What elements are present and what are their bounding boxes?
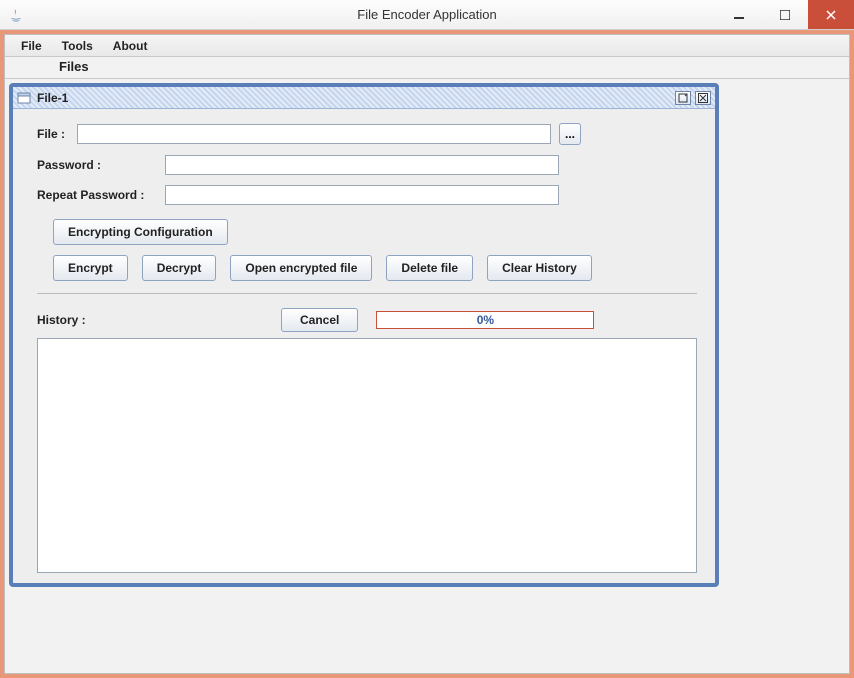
separator bbox=[37, 293, 697, 294]
section-files-header: Files bbox=[5, 57, 849, 78]
internal-frame-title: File-1 bbox=[37, 91, 68, 105]
repeat-password-row: Repeat Password : bbox=[37, 185, 697, 205]
browse-button[interactable]: ... bbox=[559, 123, 581, 145]
window-titlebar: File Encoder Application bbox=[0, 0, 854, 30]
clear-history-button[interactable]: Clear History bbox=[487, 255, 592, 281]
window-title: File Encoder Application bbox=[357, 7, 496, 22]
menu-about[interactable]: About bbox=[103, 37, 158, 55]
action-button-row: Encrypt Decrypt Open encrypted file Dele… bbox=[53, 255, 697, 281]
delete-file-button[interactable]: Delete file bbox=[386, 255, 473, 281]
app-inner: File Tools About Files File-1 bbox=[4, 34, 850, 674]
history-label: History : bbox=[37, 313, 117, 327]
menu-file[interactable]: File bbox=[11, 37, 52, 55]
window-icon bbox=[17, 91, 31, 105]
internal-frame-titlebar[interactable]: File-1 bbox=[13, 87, 715, 109]
password-row: Password : bbox=[37, 155, 697, 175]
java-icon bbox=[8, 7, 24, 23]
internal-frame-maximize-button[interactable] bbox=[675, 91, 691, 105]
decrypt-button[interactable]: Decrypt bbox=[142, 255, 217, 281]
file-label: File : bbox=[37, 127, 77, 141]
close-button[interactable] bbox=[808, 0, 854, 29]
open-encrypted-file-button[interactable]: Open encrypted file bbox=[230, 255, 372, 281]
password-label: Password : bbox=[37, 158, 165, 172]
file-input[interactable] bbox=[77, 124, 551, 144]
encrypting-configuration-button[interactable]: Encrypting Configuration bbox=[53, 219, 228, 245]
config-button-row: Encrypting Configuration bbox=[53, 219, 697, 245]
internal-frame-close-button[interactable] bbox=[695, 91, 711, 105]
minimize-button[interactable] bbox=[716, 0, 762, 29]
internal-frame-body: File : ... Password : Repeat Password : … bbox=[13, 109, 715, 583]
file-row: File : ... bbox=[37, 123, 697, 145]
right-pane bbox=[719, 79, 849, 665]
menubar: File Tools About bbox=[5, 35, 849, 57]
repeat-password-label: Repeat Password : bbox=[37, 188, 165, 202]
workspace: File-1 bbox=[5, 78, 849, 665]
encrypt-button[interactable]: Encrypt bbox=[53, 255, 128, 281]
internal-frame-file-1: File-1 bbox=[9, 83, 719, 587]
progress-text: 0% bbox=[477, 313, 494, 327]
history-textarea[interactable] bbox=[37, 338, 697, 573]
cancel-button[interactable]: Cancel bbox=[281, 308, 358, 332]
menu-tools[interactable]: Tools bbox=[52, 37, 103, 55]
maximize-button[interactable] bbox=[762, 0, 808, 29]
app-body: File Tools About Files File-1 bbox=[0, 30, 854, 678]
repeat-password-input[interactable] bbox=[165, 185, 559, 205]
password-input[interactable] bbox=[165, 155, 559, 175]
history-row: History : Cancel 0% bbox=[37, 308, 697, 332]
progress-bar: 0% bbox=[376, 311, 594, 329]
